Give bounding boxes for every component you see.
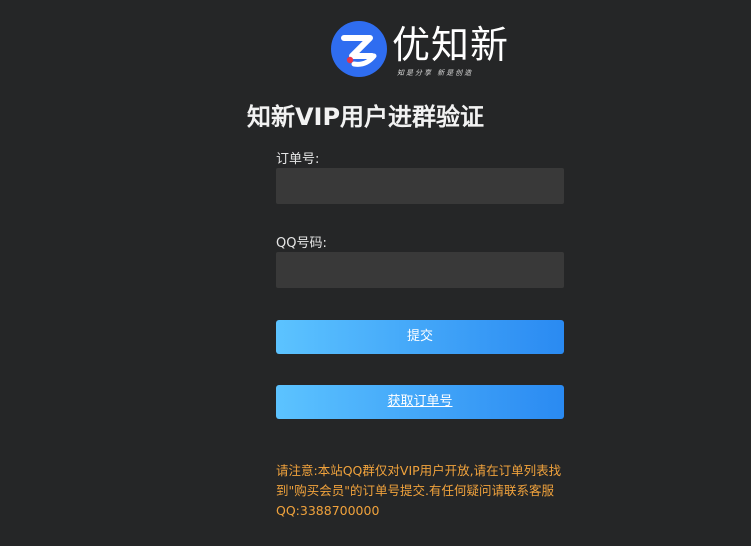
verification-page: 优知新 知是分享 新是创造 知新VIP用户进群验证 订单号: QQ号码: 提交 … (0, 0, 751, 546)
brand-circle-logo-icon (331, 21, 387, 77)
notice-text: 请注意:本站QQ群仅对VIP用户开放,请在订单列表找到"购买会员"的订单号提交.… (276, 463, 562, 518)
get-order-number-button[interactable]: 获取订单号 (276, 385, 564, 419)
order-number-label: 订单号: (276, 152, 320, 167)
submit-button[interactable]: 提交 (276, 320, 564, 354)
brand-logo: 优知新 知是分享 新是创造 (330, 20, 530, 82)
qq-number-label: QQ号码: (276, 236, 327, 251)
order-number-input[interactable] (276, 168, 564, 204)
qq-number-input[interactable] (276, 252, 564, 288)
brand-name: 优知新 (392, 23, 510, 67)
brand-slogan: 知是分享 新是创造 (397, 69, 474, 77)
page-title: 知新VIP用户进群验证 (246, 103, 485, 131)
